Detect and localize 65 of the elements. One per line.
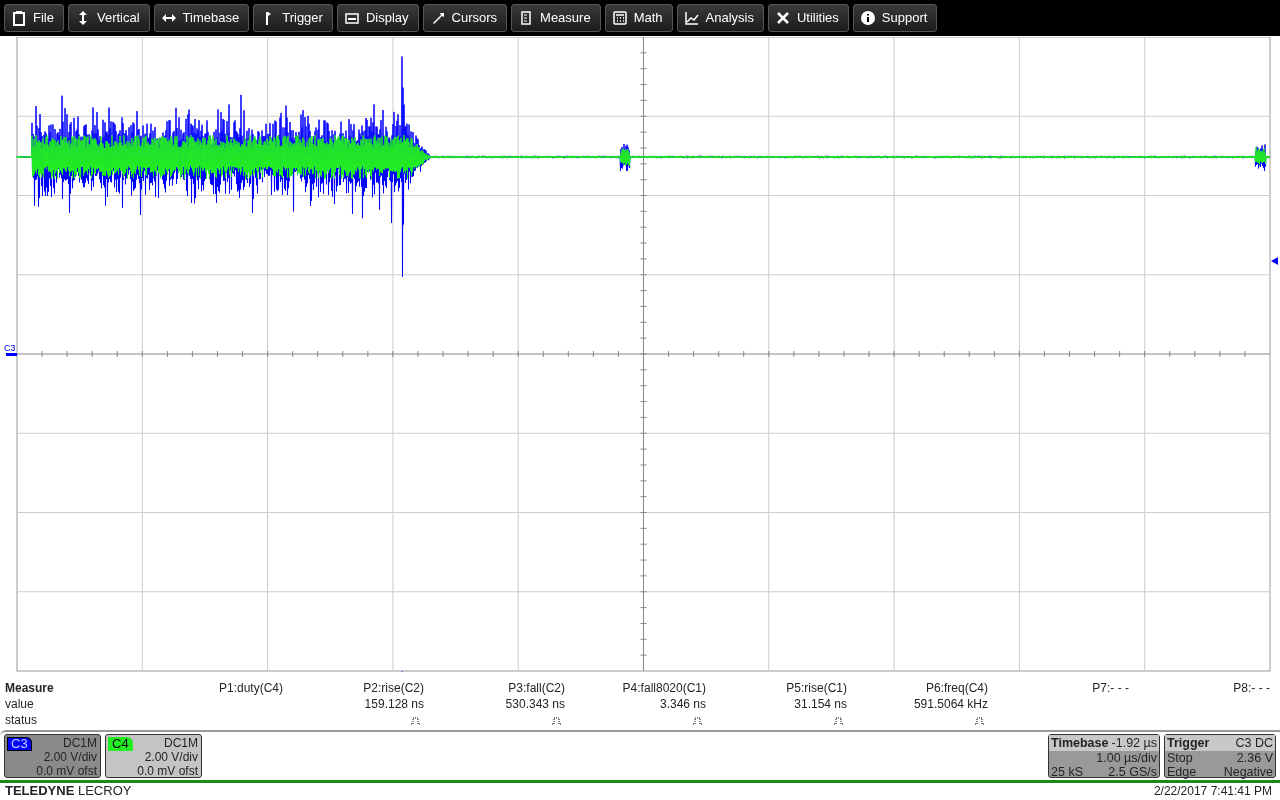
pulse-icon	[975, 716, 984, 725]
measurement-value: 31.154 ns	[794, 697, 847, 711]
parameter-label: P2:rise(C2)	[363, 681, 424, 695]
pulse-icon	[834, 716, 843, 725]
panel-title: Timebase	[1051, 736, 1109, 750]
parameter-label: P8:- - -	[1233, 681, 1270, 695]
parameter-label: P3:fall(C2)	[508, 681, 565, 695]
parameter-label: P4:fall8020(C1)	[622, 681, 706, 695]
channel-offset-marker-icon	[6, 353, 17, 356]
timebase-panel[interactable]: Timebase -1.92 µs 1.00 µs/div 25 kS 2.5 GS/s	[1048, 734, 1160, 778]
coupling-label: DC1M	[164, 736, 198, 750]
menu-button[interactable]: Cursors	[422, 4, 508, 32]
coupling-label: DC1M	[63, 736, 97, 750]
pulse-icon	[411, 716, 420, 725]
row-label: status	[4, 712, 38, 728]
parameter-label: P6:freq(C4)	[925, 681, 988, 695]
parameter-label: P1:duty(C4)	[218, 681, 283, 695]
panel-value: C3 DC	[1235, 736, 1273, 750]
measurement-value: 159.128 ns	[364, 697, 424, 711]
panel-label: Edge	[1167, 765, 1197, 779]
parameter-label: P7:- - -	[1092, 681, 1129, 695]
timestamp: 2/22/2017 7:41:41 PM	[1153, 782, 1272, 800]
menu-button[interactable]: Trigger	[253, 4, 333, 32]
panel-value: -1.92 µs	[1111, 736, 1157, 750]
scale-value: 2.00 V/div	[144, 750, 198, 764]
menu-button[interactable]: Display	[336, 4, 419, 32]
channel-panel[interactable]: C3 DC1M 2.00 V/div 0.0 mV ofst	[4, 734, 101, 778]
row-label: value	[4, 696, 35, 712]
display-icon	[343, 10, 360, 26]
trigger-level-marker-icon	[1271, 257, 1278, 265]
menu-button[interactable]: Measure	[511, 4, 601, 32]
panel-value: 1.00 µs/div	[1096, 751, 1157, 765]
panel-label: 25 kS	[1051, 765, 1083, 779]
panel-value: 2.5 GS/s	[1108, 765, 1157, 779]
menu-button[interactable]: Analysis	[676, 4, 764, 32]
menu-button[interactable]: Timebase	[153, 4, 250, 32]
pulse-icon	[552, 716, 561, 725]
menu-button[interactable]: Utilities	[767, 4, 849, 32]
info-icon	[859, 10, 876, 26]
menu-button[interactable]: Vertical	[67, 4, 150, 32]
menu-button[interactable]: Support	[852, 4, 938, 32]
clipboard-icon	[11, 10, 27, 26]
channel-label: C3	[4, 343, 16, 353]
trigger-panel[interactable]: Trigger C3 DC Stop 2.36 V Edge Negative	[1164, 734, 1276, 778]
scale-value: 2.00 V/div	[43, 750, 97, 764]
offset-value: 0.0 mV ofst	[137, 764, 198, 778]
parameter-label: P5:rise(C1)	[786, 681, 847, 695]
menu-button[interactable]: Math	[604, 4, 673, 32]
section-title: Measure	[4, 680, 55, 696]
brand-logo: TELEDYNE LECROY	[5, 781, 132, 800]
line-chart-icon	[683, 10, 700, 26]
panel-value: Negative	[1223, 765, 1273, 779]
measurement-value: 530.343 ns	[505, 697, 565, 711]
channel-tag: C4	[108, 737, 133, 751]
panel-title: Trigger	[1167, 736, 1210, 750]
menu-button[interactable]: File	[4, 4, 64, 32]
calculator-icon	[611, 10, 628, 26]
measurement-value: 3.346 ns	[659, 697, 706, 711]
channel-tag: C3	[7, 737, 32, 751]
panel-label: Stop	[1167, 751, 1193, 765]
offset-value: 0.0 mV ofst	[36, 764, 97, 778]
pulse-icon	[693, 716, 702, 725]
channel-panel[interactable]: C4 DC1M 2.00 V/div 0.0 mV ofst	[105, 734, 202, 778]
measurement-value: 591.5064 kHz	[913, 697, 988, 711]
panel-value: 2.36 V	[1236, 751, 1273, 765]
